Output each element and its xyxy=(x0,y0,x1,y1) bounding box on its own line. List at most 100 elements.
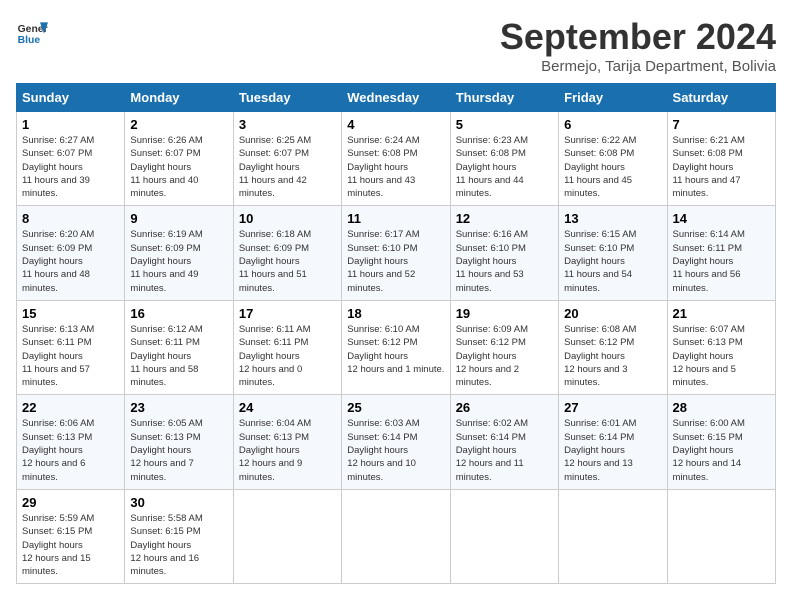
table-row: 19 Sunrise: 6:09 AM Sunset: 6:12 PM Dayl… xyxy=(450,300,558,394)
table-row: 8 Sunrise: 6:20 AM Sunset: 6:09 PM Dayli… xyxy=(17,206,125,300)
table-row: 25 Sunrise: 6:03 AM Sunset: 6:14 PM Dayl… xyxy=(342,395,450,489)
day-detail: Sunrise: 6:23 AM Sunset: 6:08 PM Dayligh… xyxy=(456,134,553,200)
table-row xyxy=(233,489,341,583)
table-row: 23 Sunrise: 6:05 AM Sunset: 6:13 PM Dayl… xyxy=(125,395,233,489)
day-detail: Sunrise: 6:16 AM Sunset: 6:10 PM Dayligh… xyxy=(456,228,553,294)
day-number: 2 xyxy=(130,117,227,132)
table-row: 21 Sunrise: 6:07 AM Sunset: 6:13 PM Dayl… xyxy=(667,300,775,394)
table-row: 11 Sunrise: 6:17 AM Sunset: 6:10 PM Dayl… xyxy=(342,206,450,300)
calendar-title: September 2024 xyxy=(500,16,776,58)
day-detail: Sunrise: 6:00 AM Sunset: 6:15 PM Dayligh… xyxy=(673,417,770,483)
header-tuesday: Tuesday xyxy=(233,84,341,112)
table-row: 3 Sunrise: 6:25 AM Sunset: 6:07 PM Dayli… xyxy=(233,112,341,206)
day-detail: Sunrise: 5:58 AM Sunset: 6:15 PM Dayligh… xyxy=(130,512,227,578)
day-number: 23 xyxy=(130,400,227,415)
table-row: 2 Sunrise: 6:26 AM Sunset: 6:07 PM Dayli… xyxy=(125,112,233,206)
table-row: 30 Sunrise: 5:58 AM Sunset: 6:15 PM Dayl… xyxy=(125,489,233,583)
day-number: 13 xyxy=(564,211,661,226)
table-row: 20 Sunrise: 6:08 AM Sunset: 6:12 PM Dayl… xyxy=(559,300,667,394)
day-number: 27 xyxy=(564,400,661,415)
title-block: September 2024 Bermejo, Tarija Departmen… xyxy=(500,16,776,75)
day-detail: Sunrise: 6:12 AM Sunset: 6:11 PM Dayligh… xyxy=(130,323,227,389)
table-row: 5 Sunrise: 6:23 AM Sunset: 6:08 PM Dayli… xyxy=(450,112,558,206)
day-number: 24 xyxy=(239,400,336,415)
table-row xyxy=(450,489,558,583)
day-detail: Sunrise: 6:07 AM Sunset: 6:13 PM Dayligh… xyxy=(673,323,770,389)
day-number: 6 xyxy=(564,117,661,132)
table-row: 12 Sunrise: 6:16 AM Sunset: 6:10 PM Dayl… xyxy=(450,206,558,300)
day-number: 5 xyxy=(456,117,553,132)
calendar-week-row: 22 Sunrise: 6:06 AM Sunset: 6:13 PM Dayl… xyxy=(17,395,776,489)
day-detail: Sunrise: 6:03 AM Sunset: 6:14 PM Dayligh… xyxy=(347,417,444,483)
day-detail: Sunrise: 6:13 AM Sunset: 6:11 PM Dayligh… xyxy=(22,323,119,389)
day-detail: Sunrise: 6:10 AM Sunset: 6:12 PM Dayligh… xyxy=(347,323,444,376)
table-row: 13 Sunrise: 6:15 AM Sunset: 6:10 PM Dayl… xyxy=(559,206,667,300)
day-detail: Sunrise: 6:24 AM Sunset: 6:08 PM Dayligh… xyxy=(347,134,444,200)
day-detail: Sunrise: 6:14 AM Sunset: 6:11 PM Dayligh… xyxy=(673,228,770,294)
table-row: 10 Sunrise: 6:18 AM Sunset: 6:09 PM Dayl… xyxy=(233,206,341,300)
day-number: 29 xyxy=(22,495,119,510)
header-thursday: Thursday xyxy=(450,84,558,112)
table-row: 29 Sunrise: 5:59 AM Sunset: 6:15 PM Dayl… xyxy=(17,489,125,583)
day-detail: Sunrise: 6:08 AM Sunset: 6:12 PM Dayligh… xyxy=(564,323,661,389)
day-detail: Sunrise: 6:15 AM Sunset: 6:10 PM Dayligh… xyxy=(564,228,661,294)
day-number: 4 xyxy=(347,117,444,132)
table-row: 27 Sunrise: 6:01 AM Sunset: 6:14 PM Dayl… xyxy=(559,395,667,489)
table-row: 17 Sunrise: 6:11 AM Sunset: 6:11 PM Dayl… xyxy=(233,300,341,394)
day-number: 21 xyxy=(673,306,770,321)
day-number: 25 xyxy=(347,400,444,415)
day-number: 18 xyxy=(347,306,444,321)
day-detail: Sunrise: 6:17 AM Sunset: 6:10 PM Dayligh… xyxy=(347,228,444,294)
day-detail: Sunrise: 6:02 AM Sunset: 6:14 PM Dayligh… xyxy=(456,417,553,483)
day-detail: Sunrise: 6:04 AM Sunset: 6:13 PM Dayligh… xyxy=(239,417,336,483)
table-row: 1 Sunrise: 6:27 AM Sunset: 6:07 PM Dayli… xyxy=(17,112,125,206)
day-detail: Sunrise: 5:59 AM Sunset: 6:15 PM Dayligh… xyxy=(22,512,119,578)
calendar-week-row: 29 Sunrise: 5:59 AM Sunset: 6:15 PM Dayl… xyxy=(17,489,776,583)
day-number: 15 xyxy=(22,306,119,321)
day-detail: Sunrise: 6:19 AM Sunset: 6:09 PM Dayligh… xyxy=(130,228,227,294)
table-row: 9 Sunrise: 6:19 AM Sunset: 6:09 PM Dayli… xyxy=(125,206,233,300)
logo: General Blue xyxy=(16,16,48,48)
header-sunday: Sunday xyxy=(17,84,125,112)
calendar-week-row: 1 Sunrise: 6:27 AM Sunset: 6:07 PM Dayli… xyxy=(17,112,776,206)
logo-icon: General Blue xyxy=(16,16,48,48)
day-number: 10 xyxy=(239,211,336,226)
table-row: 26 Sunrise: 6:02 AM Sunset: 6:14 PM Dayl… xyxy=(450,395,558,489)
day-number: 19 xyxy=(456,306,553,321)
day-number: 3 xyxy=(239,117,336,132)
calendar-subtitle: Bermejo, Tarija Department, Bolivia xyxy=(500,58,776,75)
calendar-week-row: 15 Sunrise: 6:13 AM Sunset: 6:11 PM Dayl… xyxy=(17,300,776,394)
table-row xyxy=(559,489,667,583)
calendar-week-row: 8 Sunrise: 6:20 AM Sunset: 6:09 PM Dayli… xyxy=(17,206,776,300)
calendar-table: Sunday Monday Tuesday Wednesday Thursday… xyxy=(16,83,776,584)
day-detail: Sunrise: 6:27 AM Sunset: 6:07 PM Dayligh… xyxy=(22,134,119,200)
table-row: 18 Sunrise: 6:10 AM Sunset: 6:12 PM Dayl… xyxy=(342,300,450,394)
day-detail: Sunrise: 6:05 AM Sunset: 6:13 PM Dayligh… xyxy=(130,417,227,483)
table-row xyxy=(667,489,775,583)
day-number: 14 xyxy=(673,211,770,226)
day-number: 28 xyxy=(673,400,770,415)
day-detail: Sunrise: 6:25 AM Sunset: 6:07 PM Dayligh… xyxy=(239,134,336,200)
header-monday: Monday xyxy=(125,84,233,112)
day-detail: Sunrise: 6:20 AM Sunset: 6:09 PM Dayligh… xyxy=(22,228,119,294)
day-number: 26 xyxy=(456,400,553,415)
table-row: 24 Sunrise: 6:04 AM Sunset: 6:13 PM Dayl… xyxy=(233,395,341,489)
day-detail: Sunrise: 6:01 AM Sunset: 6:14 PM Dayligh… xyxy=(564,417,661,483)
day-detail: Sunrise: 6:26 AM Sunset: 6:07 PM Dayligh… xyxy=(130,134,227,200)
day-number: 7 xyxy=(673,117,770,132)
table-row: 16 Sunrise: 6:12 AM Sunset: 6:11 PM Dayl… xyxy=(125,300,233,394)
day-detail: Sunrise: 6:11 AM Sunset: 6:11 PM Dayligh… xyxy=(239,323,336,389)
day-number: 9 xyxy=(130,211,227,226)
day-detail: Sunrise: 6:21 AM Sunset: 6:08 PM Dayligh… xyxy=(673,134,770,200)
page-header: General Blue September 2024 Bermejo, Tar… xyxy=(16,16,776,75)
day-detail: Sunrise: 6:22 AM Sunset: 6:08 PM Dayligh… xyxy=(564,134,661,200)
table-row: 14 Sunrise: 6:14 AM Sunset: 6:11 PM Dayl… xyxy=(667,206,775,300)
table-row: 6 Sunrise: 6:22 AM Sunset: 6:08 PM Dayli… xyxy=(559,112,667,206)
header-saturday: Saturday xyxy=(667,84,775,112)
table-row: 7 Sunrise: 6:21 AM Sunset: 6:08 PM Dayli… xyxy=(667,112,775,206)
table-row: 28 Sunrise: 6:00 AM Sunset: 6:15 PM Dayl… xyxy=(667,395,775,489)
day-number: 12 xyxy=(456,211,553,226)
table-row: 15 Sunrise: 6:13 AM Sunset: 6:11 PM Dayl… xyxy=(17,300,125,394)
day-detail: Sunrise: 6:18 AM Sunset: 6:09 PM Dayligh… xyxy=(239,228,336,294)
day-number: 1 xyxy=(22,117,119,132)
